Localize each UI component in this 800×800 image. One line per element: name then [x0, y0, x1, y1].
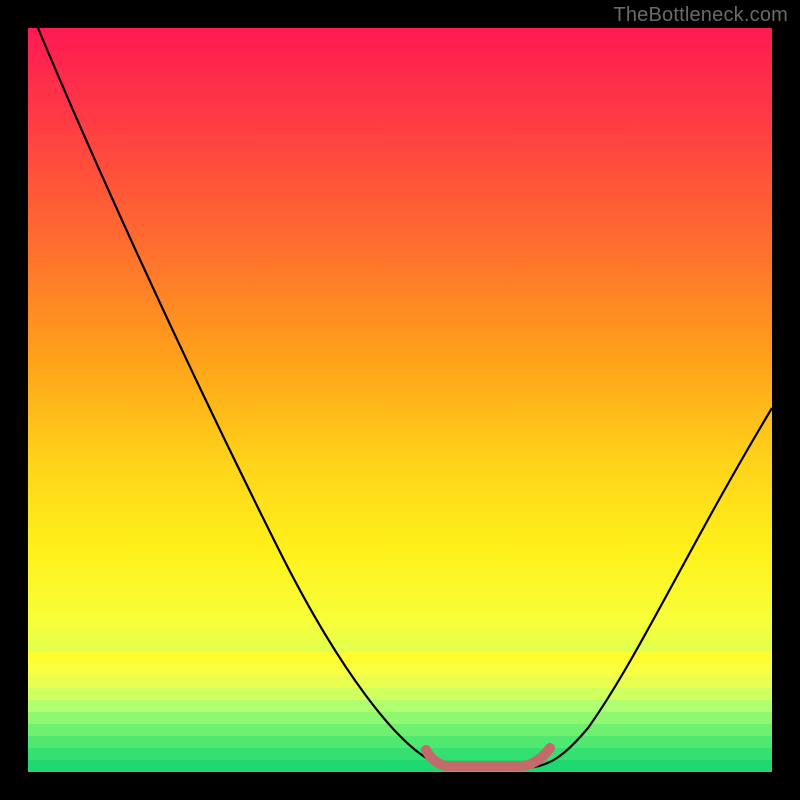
curve-layer: [28, 28, 772, 772]
chart-frame: TheBottleneck.com: [0, 0, 800, 800]
bottleneck-curve: [38, 28, 772, 769]
watermark-text: TheBottleneck.com: [613, 4, 788, 27]
plot-area: [28, 28, 772, 772]
optimal-range-marker: [426, 748, 550, 766]
